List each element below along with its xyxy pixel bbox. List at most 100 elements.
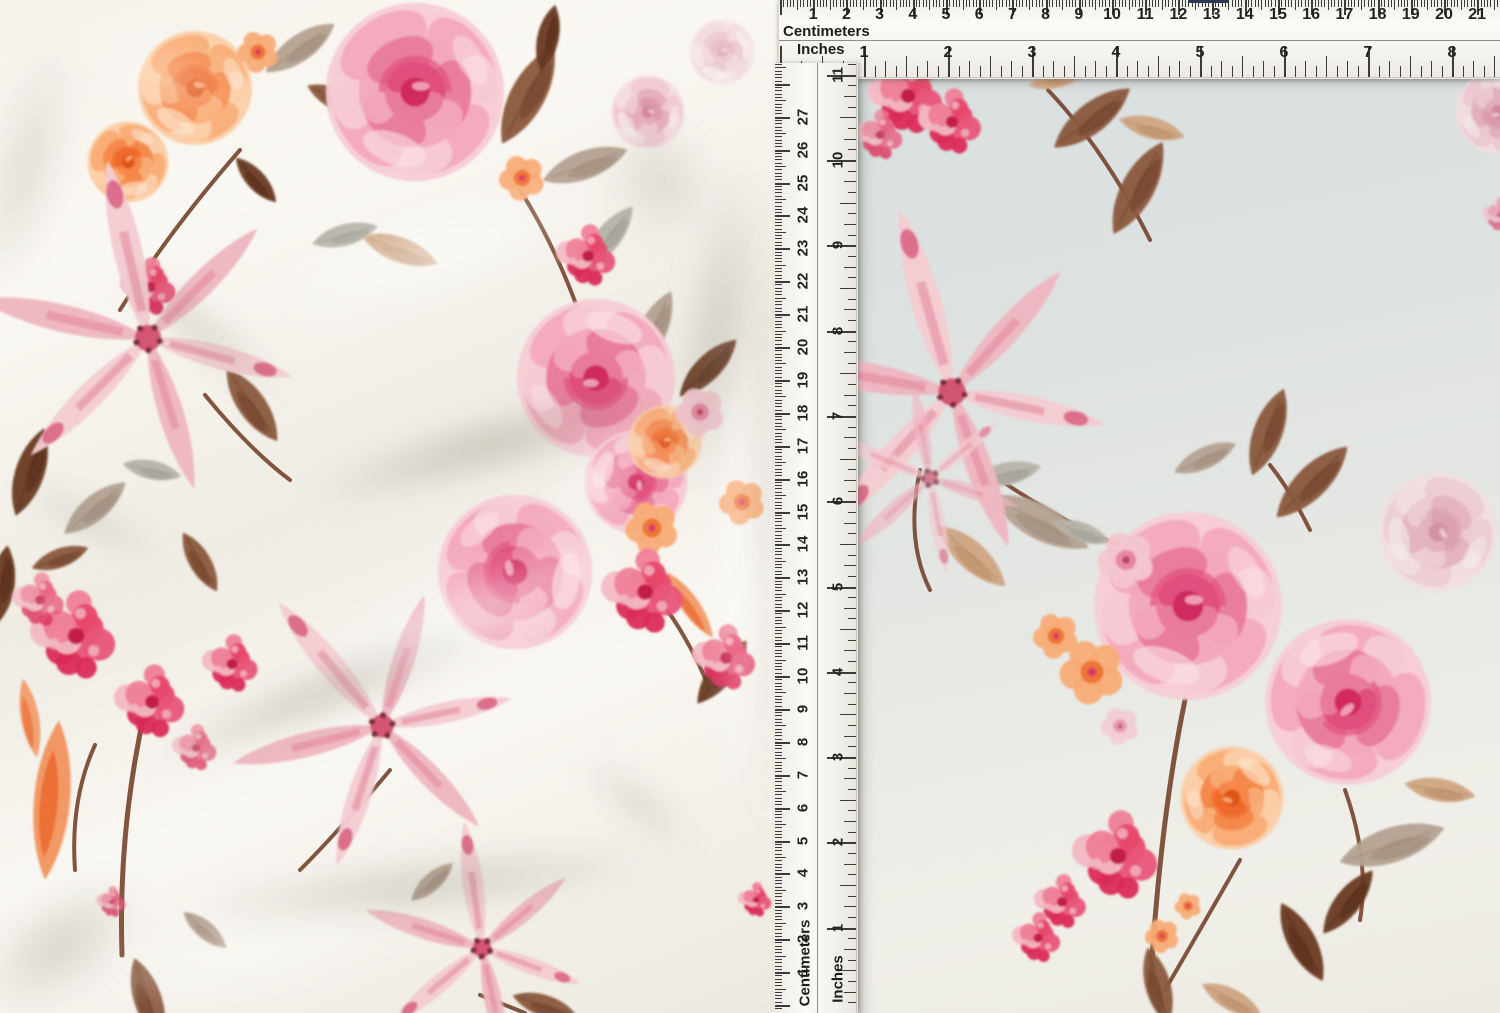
ruler-tick <box>775 465 782 466</box>
ruler-tick <box>1085 66 1086 77</box>
ruler-tick <box>775 748 782 749</box>
leaf <box>509 985 580 1013</box>
ruler-tick <box>1424 0 1425 7</box>
ruler-number: 6 <box>831 497 846 505</box>
horizontal-ruler: 1234567891011121314151617181920211234567… <box>778 0 1500 79</box>
ruler-tick <box>775 617 782 618</box>
ruler-tick <box>775 870 782 871</box>
ruler-tick <box>775 844 782 845</box>
ruler-tick <box>775 722 782 723</box>
ruler-tick <box>1463 66 1464 77</box>
ruler-tick <box>1165 0 1166 7</box>
ruler-tick <box>775 890 786 891</box>
ruler-tick <box>775 896 782 897</box>
ruler-number: 9 <box>1062 7 1096 23</box>
leaf <box>121 954 175 1013</box>
ruler-tick <box>775 558 782 559</box>
ruler-tick <box>775 620 782 621</box>
ruler-tick <box>840 0 841 7</box>
ruler-tick <box>1158 0 1159 7</box>
ruler-tick <box>775 742 790 744</box>
ruler-tick <box>1288 0 1289 7</box>
carnation-flower <box>114 664 184 737</box>
ruler-tick <box>1089 0 1090 7</box>
ruler-tick <box>775 508 782 509</box>
flower-stem <box>74 745 95 870</box>
ruler-tick <box>775 469 782 470</box>
ruler-number: 26 <box>796 141 811 158</box>
ruler-tick <box>775 1002 782 1003</box>
ruler-tick <box>775 949 782 950</box>
centimeters-label-vertical: Centimeters <box>798 920 813 1007</box>
ruler-tick <box>775 762 782 763</box>
ruler-tick <box>775 541 782 542</box>
orange-brush-stroke <box>14 677 46 759</box>
ruler-tick <box>775 574 782 575</box>
ruler-tick <box>775 294 782 295</box>
ruler-tick <box>775 512 790 514</box>
ruler-tick <box>807 0 808 7</box>
ruler-tick <box>1497 0 1498 7</box>
ruler-tick <box>775 304 782 305</box>
ruler-tick <box>775 159 782 160</box>
ruler-tick <box>969 61 970 77</box>
ruler-tick <box>775 768 782 769</box>
leaf <box>174 527 227 597</box>
ruler-tick <box>875 66 876 77</box>
ruler-tick <box>775 183 790 185</box>
ruler-tick <box>1347 61 1348 77</box>
ruler-tick <box>775 117 790 119</box>
ruler-tick <box>775 360 782 361</box>
ruler-tick <box>775 505 782 506</box>
ruler-tick <box>775 212 782 213</box>
ruler-number: 13 <box>1195 7 1229 23</box>
ruler-number: 18 <box>796 404 811 421</box>
ruler-tick <box>775 850 782 851</box>
ruler-tick <box>1274 66 1275 77</box>
ruler-tick <box>1410 56 1411 77</box>
ruler-tick <box>1421 0 1422 7</box>
ruler-tick <box>989 0 990 7</box>
ruler-tick <box>783 0 784 7</box>
ruler-number: 3 <box>831 753 846 761</box>
ruler-tick <box>775 752 782 753</box>
ruler-number: 10 <box>796 668 811 685</box>
ruler-tick <box>775 906 790 908</box>
flat-fabric-panel <box>858 79 1500 1013</box>
ruler-tick <box>840 203 857 204</box>
ruler-tick <box>787 0 788 7</box>
ruler-tick <box>775 538 782 539</box>
ruler-tick <box>775 561 786 562</box>
leaf <box>0 544 20 627</box>
ruler-tick <box>775 679 782 680</box>
ruler-tick <box>775 821 782 822</box>
ruler-tick <box>860 0 861 7</box>
ruler-tick <box>1064 66 1065 77</box>
ruler-tick <box>1066 0 1067 7</box>
ruler-tick <box>1001 66 1002 77</box>
ruler-number: 3 <box>863 7 897 23</box>
ruler-tick <box>1056 0 1057 7</box>
ruler-tick <box>775 275 782 276</box>
lily-flower <box>858 183 1141 578</box>
ruler-divider-line <box>817 63 818 1013</box>
ruler-tick <box>906 0 907 7</box>
ruler-tick <box>775 235 782 236</box>
ruler-tick <box>775 77 782 78</box>
ruler-tick <box>775 229 782 230</box>
ruler-number: 8 <box>1435 45 1469 61</box>
ruler-tick <box>775 610 790 612</box>
ruler-tick <box>840 885 857 886</box>
ruler-tick <box>1092 0 1093 7</box>
ruler-tick <box>775 429 786 430</box>
carnation-flower <box>1072 810 1157 898</box>
ruler-tick <box>836 0 837 7</box>
ruler-tick <box>1400 66 1401 77</box>
ruler-tick <box>873 0 874 7</box>
ruler-tick <box>775 123 782 124</box>
ruler-tick <box>1431 61 1432 77</box>
ruler-tick <box>775 406 782 407</box>
inches-label-vertical: Inches <box>831 955 846 1003</box>
ruler-tick <box>1255 0 1256 7</box>
ruler-tick <box>1095 61 1096 77</box>
